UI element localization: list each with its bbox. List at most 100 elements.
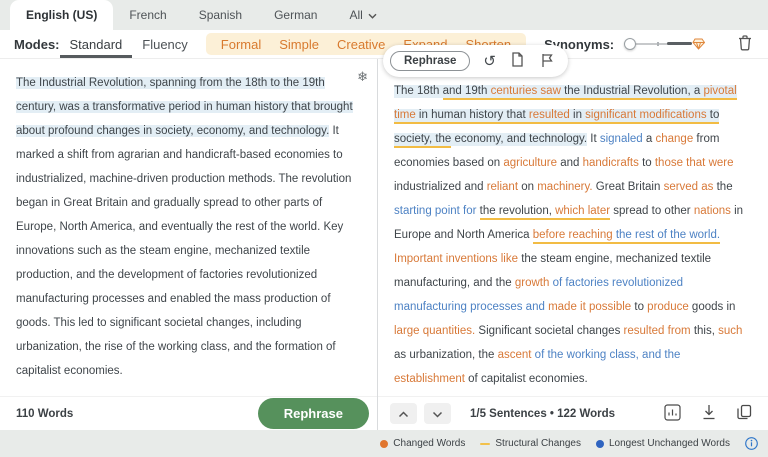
copy-button[interactable] — [735, 402, 754, 425]
output-word-segment[interactable]: Significant societal changes — [475, 325, 623, 338]
output-word-segment[interactable]: the revolution, — [480, 205, 555, 220]
output-word-segment[interactable]: which later — [555, 205, 610, 220]
output-word-segment[interactable]: to — [639, 157, 655, 170]
output-word-segment[interactable]: reliant — [487, 181, 518, 194]
output-word-segment[interactable]: the — [713, 181, 732, 194]
output-word-segment[interactable]: establishment — [394, 373, 465, 386]
output-word-segment[interactable]: in human history that — [416, 109, 529, 124]
output-word-segment[interactable]: large quantities. — [394, 325, 475, 338]
output-floating-toolbar: Rephrase ↺ — [383, 45, 568, 77]
undo-icon[interactable]: ↺ — [483, 54, 496, 69]
report-button[interactable] — [539, 51, 556, 72]
yellow-dash-icon — [480, 443, 490, 445]
output-word-segment[interactable]: signaled — [600, 133, 643, 146]
output-word-segment[interactable]: produce — [647, 301, 689, 314]
tab-spanish[interactable]: Spanish — [183, 0, 258, 30]
mode-creative[interactable]: Creative — [328, 37, 394, 52]
slider-handle[interactable] — [624, 38, 636, 50]
tab-english-us[interactable]: English (US) — [10, 0, 113, 30]
output-word-segment[interactable]: change — [656, 133, 694, 146]
rephrase-again-button[interactable]: Rephrase — [390, 51, 470, 71]
output-word-segment[interactable]: ascent — [498, 349, 532, 362]
tab-german[interactable]: German — [258, 0, 333, 30]
premium-gem-icon — [692, 37, 705, 55]
tab-label: Spanish — [199, 8, 242, 22]
output-word-segment[interactable]: such — [718, 325, 742, 338]
tab-label: French — [129, 8, 166, 22]
legend-label: Changed Words — [393, 438, 465, 449]
statistics-button[interactable] — [662, 402, 683, 426]
output-word-segment[interactable]: centuries saw — [491, 85, 561, 100]
output-word-segment[interactable]: the rest of the world. — [616, 229, 720, 244]
trash-icon — [738, 35, 752, 54]
output-word-segment[interactable]: economy, and technology. — [451, 133, 587, 146]
mode-formal[interactable]: Formal — [212, 37, 270, 52]
output-word-segment[interactable]: as urbanization, the — [394, 349, 498, 362]
blue-dot-icon — [596, 440, 604, 448]
mode-fluency[interactable]: Fluency — [132, 30, 198, 58]
output-word-segment[interactable]: made it possible — [548, 301, 631, 314]
output-word-segment[interactable]: of the working class, and the — [535, 349, 681, 362]
output-word-segment[interactable]: Important inventions like — [394, 253, 518, 266]
output-action-icons — [662, 402, 754, 426]
slider-tick — [657, 42, 659, 46]
input-highlighted-sentence: The Industrial Revolution, spanning from… — [16, 77, 353, 137]
chevron-up-icon — [398, 406, 409, 421]
chevron-down-icon — [432, 406, 443, 421]
previous-sentence-button[interactable] — [390, 403, 417, 424]
output-word-segment[interactable]: The 18th — [394, 85, 443, 98]
output-word-segment[interactable]: in — [570, 109, 585, 124]
output-word-segment[interactable]: on — [518, 181, 537, 194]
output-word-segment[interactable]: the Industrial Revolution, a — [561, 85, 704, 100]
output-word-segment[interactable]: those that were — [655, 157, 734, 170]
chevron-down-icon — [368, 8, 377, 22]
output-word-segment[interactable]: starting point for — [394, 205, 476, 218]
output-word-segment[interactable]: goods in — [689, 301, 736, 314]
output-word-segment[interactable]: significant modifications — [585, 109, 706, 124]
output-word-segment[interactable]: of capitalist economies. — [465, 373, 588, 386]
rephrase-button[interactable]: Rephrase — [258, 398, 369, 429]
output-word-segment[interactable]: agriculture — [503, 157, 557, 170]
input-word-count: 110 Words — [16, 408, 73, 420]
compare-button[interactable] — [509, 50, 526, 72]
stats-icon — [664, 404, 681, 424]
info-icon[interactable] — [745, 437, 758, 450]
legend-label: Longest Unchanged Words — [609, 438, 730, 449]
export-button[interactable] — [700, 402, 718, 425]
next-sentence-button[interactable] — [424, 403, 451, 424]
tab-label: All — [349, 8, 362, 22]
copy-icon — [737, 404, 752, 423]
mode-standard[interactable]: Standard — [60, 30, 133, 58]
mode-simple[interactable]: Simple — [270, 37, 328, 52]
synonyms-slider[interactable] — [624, 37, 702, 51]
tab-french[interactable]: French — [113, 0, 182, 30]
language-tabbar: English (US) French Spanish German All — [0, 0, 768, 30]
output-word-segment[interactable]: and — [557, 157, 583, 170]
output-word-segment[interactable]: a — [643, 133, 656, 146]
output-word-segment[interactable]: served as — [664, 181, 714, 194]
output-word-segment[interactable]: resulted — [529, 109, 570, 124]
legend-label: Structural Changes — [495, 438, 581, 449]
output-word-segment[interactable]: Great Britain — [593, 181, 664, 194]
output-word-segment[interactable]: industrialized and — [394, 181, 487, 194]
output-word-segment[interactable]: nations — [694, 205, 731, 218]
tab-label: German — [274, 8, 317, 22]
delete-text-button[interactable] — [736, 30, 754, 58]
modes-label: Modes: — [14, 37, 60, 52]
output-word-segment[interactable]: this, — [691, 325, 718, 338]
paraphraser-card: Modes: Standard Fluency Formal Simple Cr… — [0, 30, 768, 430]
input-textarea[interactable]: ❄ The Industrial Revolution, spanning fr… — [0, 59, 377, 396]
freeze-words-icon[interactable]: ❄ — [357, 65, 368, 89]
tab-all-languages[interactable]: All — [333, 0, 392, 30]
output-word-segment[interactable]: to — [631, 301, 647, 314]
output-word-segment[interactable]: spread to other — [610, 205, 694, 218]
output-word-segment[interactable]: handicrafts — [583, 157, 639, 170]
output-word-segment[interactable]: growth — [515, 277, 550, 290]
output-word-segment[interactable]: and 19th — [443, 85, 491, 100]
download-icon — [702, 404, 716, 423]
output-word-segment[interactable]: resulted from — [624, 325, 691, 338]
output-word-segment[interactable]: before reaching — [533, 229, 613, 244]
output-word-segment[interactable]: machinery. — [537, 181, 592, 194]
input-footer: 110 Words Rephrase — [0, 396, 377, 430]
output-word-segment[interactable]: It — [587, 133, 600, 146]
